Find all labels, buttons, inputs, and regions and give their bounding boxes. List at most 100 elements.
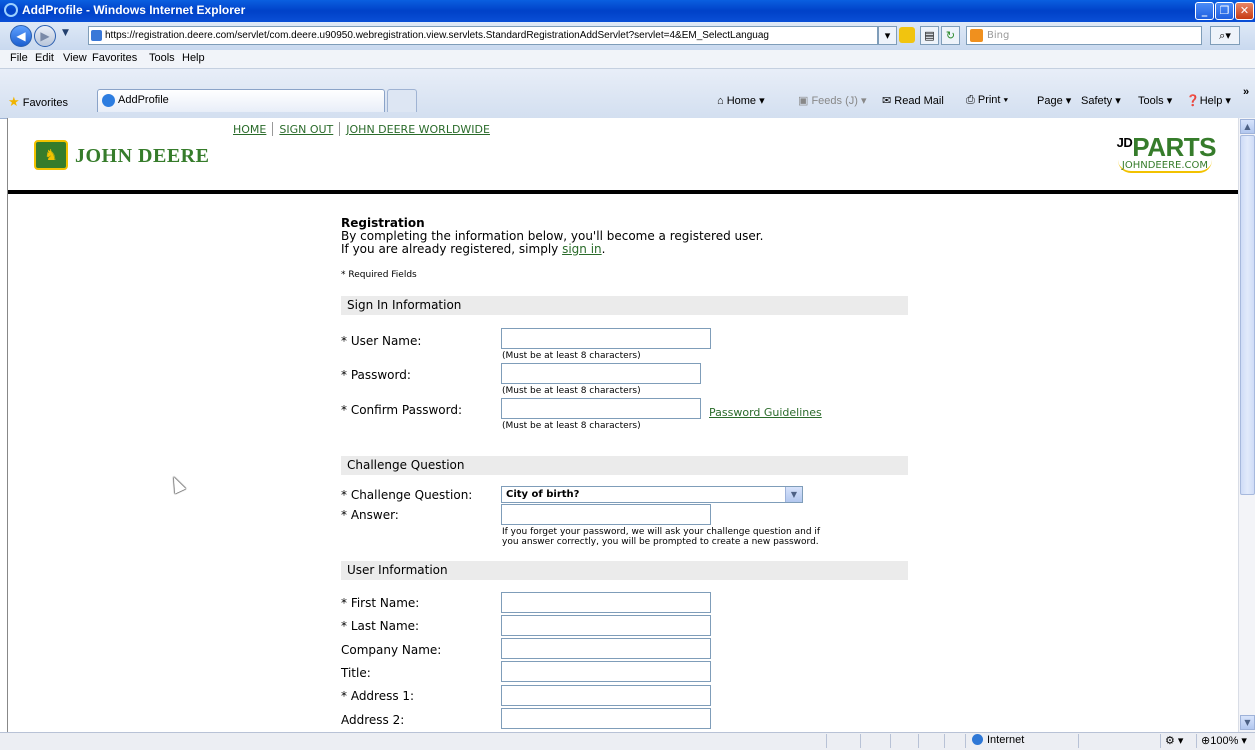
section-signin: Sign In Information — [341, 296, 908, 315]
password-hint: (Must be at least 8 characters) — [502, 386, 641, 396]
user-name-hint: (Must be at least 8 characters) — [502, 351, 641, 361]
favorites-button[interactable]: ★ Favorites — [8, 94, 68, 110]
company-name-label: Company Name: — [341, 643, 442, 657]
menu-view[interactable]: View — [63, 52, 87, 64]
search-button-icon[interactable]: ⌕▾ — [1210, 26, 1240, 45]
menu-help[interactable]: Help — [182, 52, 205, 64]
menu-bar: File Edit View Favorites Tools Help — [0, 50, 1255, 69]
print-button[interactable]: ⎙ Print ▾ — [966, 94, 1008, 107]
minimize-icon[interactable]: _ — [1195, 2, 1214, 20]
help-menu[interactable]: ❓Help ▾ — [1186, 94, 1231, 107]
chevron-down-icon[interactable]: ▼ — [785, 487, 802, 502]
feeds-icon: ▣ — [798, 95, 812, 107]
title-input[interactable] — [501, 661, 711, 682]
last-name-input[interactable] — [501, 615, 711, 636]
user-name-label: * User Name: — [341, 334, 422, 348]
close-icon[interactable]: ✕ — [1235, 2, 1254, 20]
tab-label: AddProfile — [118, 94, 169, 106]
protected-mode-icon[interactable]: ⚙ ▾ — [1160, 734, 1183, 748]
challenge-question-label: * Challenge Question: — [341, 488, 473, 502]
top-nav: HOME SIGN OUT JOHN DEERE WORLDWIDE — [233, 122, 490, 136]
sign-in-link[interactable]: sign in — [562, 242, 602, 256]
address-field[interactable]: https://registration.deere.com/servlet/c… — [88, 26, 878, 45]
recent-pages-dropdown-icon[interactable]: ▼ — [62, 28, 69, 38]
ie-icon — [4, 3, 18, 17]
required-note: * Required Fields — [341, 270, 417, 280]
feeds-button[interactable]: ▣ Feeds (J) ▾ — [798, 94, 867, 107]
page-menu[interactable]: Page ▾ — [1037, 94, 1071, 107]
tab-addprofile[interactable]: AddProfile — [97, 89, 385, 112]
nav-signout-link[interactable]: SIGN OUT — [279, 123, 333, 136]
confirm-password-label: * Confirm Password: — [341, 403, 463, 417]
vertical-scrollbar[interactable]: ▲ ▼ — [1238, 118, 1255, 732]
nav-home-link[interactable]: HOME — [233, 123, 266, 136]
challenge-question-select[interactable]: City of birth? ▼ — [501, 486, 803, 503]
window-title-bar: AddProfile - Windows Internet Explorer _… — [0, 0, 1255, 22]
company-name-input[interactable] — [501, 638, 711, 659]
jdparts-prefix: JD — [1116, 135, 1133, 150]
confirm-password-input[interactable] — [501, 398, 701, 419]
menu-edit[interactable]: Edit — [35, 52, 54, 64]
globe-icon — [972, 734, 983, 745]
answer-hint-1: If you forget your password, we will ask… — [502, 527, 821, 537]
password-guidelines-link[interactable]: Password Guidelines — [709, 406, 822, 419]
page-title: Registration — [341, 216, 425, 230]
zoom-icon: ⊕ — [1201, 735, 1211, 747]
lock-icon[interactable] — [899, 27, 915, 43]
new-tab-button[interactable] — [387, 89, 417, 112]
first-name-input[interactable] — [501, 592, 711, 613]
page-icon — [91, 30, 102, 41]
address-dropdown-icon[interactable]: ▾ — [878, 26, 897, 45]
forward-button[interactable]: ▶ — [34, 25, 56, 47]
url-text: https://registration.deere.com/servlet/c… — [105, 30, 769, 41]
jdparts-domain: JOHNDEERE.COM — [1117, 160, 1212, 173]
zoom-control[interactable]: ⊕100% ▾ — [1196, 734, 1247, 748]
more-tools-icon[interactable]: » — [1243, 86, 1249, 98]
printer-icon: ⎙ — [966, 94, 978, 106]
challenge-question-value: City of birth? — [506, 489, 580, 500]
read-mail-button[interactable]: ✉ Read Mail — [882, 94, 944, 107]
address-2-input[interactable] — [501, 708, 711, 729]
favorites-label: Favorites — [22, 97, 68, 109]
scroll-down-icon[interactable]: ▼ — [1240, 715, 1255, 730]
ie-page-icon — [102, 94, 115, 107]
search-input[interactable]: Bing — [966, 26, 1202, 45]
safety-menu[interactable]: Safety ▾ — [1081, 94, 1121, 107]
header-divider — [8, 190, 1238, 194]
scroll-thumb[interactable] — [1240, 135, 1255, 495]
zone-indicator[interactable]: Internet — [965, 734, 1084, 748]
answer-input[interactable] — [501, 504, 711, 525]
back-button[interactable]: ◀ — [10, 25, 32, 47]
password-input[interactable] — [501, 363, 701, 384]
brand-name: JOHN DEERE — [75, 145, 210, 167]
home-button[interactable]: ⌂ Home ▾ — [717, 94, 765, 107]
maximize-icon[interactable]: ❐ — [1215, 2, 1234, 20]
scroll-up-icon[interactable]: ▲ — [1240, 119, 1255, 134]
address-2-label: Address 2: — [341, 713, 405, 727]
nav-worldwide-link[interactable]: JOHN DEERE WORLDWIDE — [346, 123, 490, 136]
answer-hint-2: you answer correctly, you will be prompt… — [502, 537, 819, 547]
section-challenge: Challenge Question — [341, 456, 908, 475]
refresh-icon[interactable]: ↻ — [941, 26, 960, 45]
bing-icon — [970, 29, 983, 42]
password-label: * Password: — [341, 368, 411, 382]
answer-label: * Answer: — [341, 508, 399, 522]
menu-file[interactable]: File — [10, 52, 28, 64]
jdparts-logo[interactable]: JDPARTS JOHNDEERE.COM — [1108, 132, 1218, 176]
command-bar: ★ Favorites AddProfile ⌂ Home ▾ ▣ Feeds … — [0, 69, 1255, 119]
deer-logo-icon[interactable]: ♞ — [34, 140, 68, 170]
confirm-password-hint: (Must be at least 8 characters) — [502, 421, 641, 431]
address-1-label: * Address 1: — [341, 689, 415, 703]
last-name-label: * Last Name: — [341, 619, 420, 633]
section-user-info: User Information — [341, 561, 908, 580]
tools-menu[interactable]: Tools ▾ — [1138, 94, 1172, 107]
title-label: Title: — [341, 666, 371, 680]
menu-tools[interactable]: Tools — [149, 52, 175, 64]
address-1-input[interactable] — [501, 685, 711, 706]
home-icon: ⌂ — [717, 95, 727, 107]
user-name-input[interactable] — [501, 328, 711, 349]
compatibility-icon[interactable]: ▤ — [920, 26, 939, 45]
star-icon: ★ — [8, 94, 20, 109]
menu-favorites[interactable]: Favorites — [92, 52, 137, 64]
window-title: AddProfile - Windows Internet Explorer — [22, 3, 246, 17]
